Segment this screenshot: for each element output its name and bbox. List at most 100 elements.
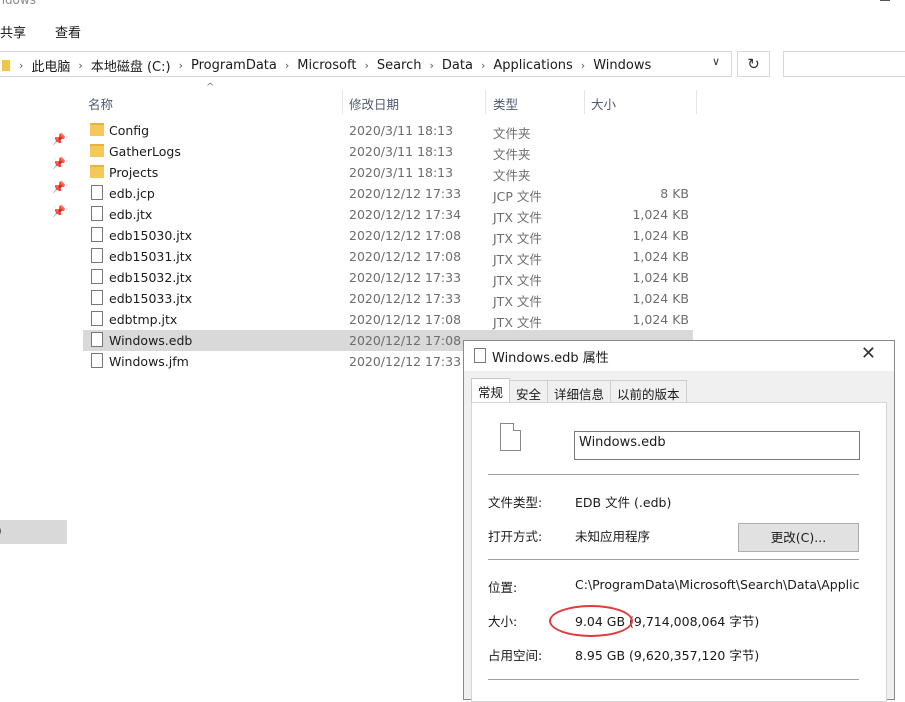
highlight-circle [549,605,633,637]
file-icon [91,332,103,347]
file-type: JTX 文件 [493,294,542,309]
divider [488,679,859,680]
file-type: 文件夹 [493,126,531,141]
file-type: 文件夹 [493,168,531,183]
column-divider[interactable] [485,90,486,114]
file-size: 1,024 KB [632,249,689,264]
refresh-icon[interactable]: ↻ [737,51,770,77]
file-icon [91,248,103,263]
ribbon-tab-share[interactable]: 共享 [0,22,26,41]
ribbon-tab-view[interactable]: 查看 [55,22,81,41]
file-type: 文件夹 [493,147,531,162]
chevron-down-icon[interactable]: ∨ [712,55,720,68]
file-icon [500,423,521,451]
file-date: 2020/3/11 18:13 [349,123,454,138]
file-row[interactable]: GatherLogs 2020/3/11 18:13 文件夹 [83,141,693,162]
file-type: JTX 文件 [493,252,542,267]
file-row[interactable]: Projects 2020/3/11 18:13 文件夹 [83,162,693,183]
file-type: JTX 文件 [493,315,542,330]
column-divider[interactable] [342,90,343,114]
filename-field[interactable]: Windows.edb [574,431,860,460]
crumb-this-pc[interactable]: 此电脑 [24,56,77,75]
file-name: Windows.jfm [109,354,189,369]
file-type: JTX 文件 [493,210,542,225]
dialog-titlebar[interactable]: Windows.edb 属性 ✕ [464,341,894,371]
file-row[interactable]: edbtmp.jtx 2020/12/12 17:08 JTX 文件 1,024 KB [83,309,693,330]
file-name: Windows.edb [109,333,193,348]
file-type-label: 文件类型: [488,495,543,510]
file-type-value: EDB 文件 (.edb) [575,495,672,510]
file-size: 8 KB [660,186,689,201]
tab-details[interactable]: 详细信息 [547,380,612,402]
file-icon [91,185,103,200]
tab-general[interactable]: 常规 [471,378,511,402]
file-name: GatherLogs [109,144,181,159]
file-icon [91,227,103,242]
pin-icon[interactable]: 📌 [52,133,66,146]
column-divider[interactable] [696,90,697,114]
properties-dialog: Windows.edb 属性 ✕ 常规 安全 详细信息 以前的版本 Window… [463,340,895,702]
window-title: indows [0,0,36,7]
location-label: 位置: [488,580,518,595]
column-header-type[interactable]: 类型 [493,94,518,113]
column-header-date[interactable]: 修改日期 [349,94,399,113]
folder-icon [90,165,104,178]
column-divider[interactable] [584,90,585,114]
file-name: edb.jtx [109,207,153,222]
file-type: JTX 文件 [493,231,542,246]
file-name: Projects [109,165,159,180]
file-date: 2020/12/12 17:33 [349,354,462,369]
opens-with-value: 未知应用程序 [575,529,651,544]
file-icon [91,206,103,221]
change-button[interactable]: 更改(C)... [738,523,859,552]
file-date: 2020/12/12 17:08 [349,249,462,264]
pin-icon[interactable]: 📌 [52,181,66,194]
tab-previous-versions[interactable]: 以前的版本 [610,380,687,402]
pin-icon[interactable]: 📌 [52,157,66,170]
close-icon[interactable]: ✕ [861,343,876,364]
file-size: 1,024 KB [632,312,689,327]
crumb-search[interactable]: Search [370,58,429,73]
minimize-icon[interactable] [880,0,890,1]
pin-icon[interactable]: 📌 [52,205,66,218]
file-name: edb.jcp [109,186,155,201]
file-row[interactable]: Config 2020/3/11 18:13 文件夹 [83,120,693,141]
file-date: 2020/12/12 17:08 [349,333,462,348]
file-icon [91,353,103,368]
file-row[interactable]: edb15031.jtx 2020/12/12 17:08 JTX 文件 1,024 … [83,246,693,267]
file-row[interactable]: edb15030.jtx 2020/12/12 17:08 JTX 文件 1,024 … [83,225,693,246]
file-date: 2020/3/11 18:13 [349,144,454,159]
file-size: 1,024 KB [632,207,689,222]
file-row[interactable]: edb.jtx 2020/12/12 17:34 JTX 文件 1,024 KB [83,204,693,225]
file-date: 2020/12/12 17:08 [349,312,462,327]
file-row[interactable]: edb15032.jtx 2020/12/12 17:33 JTX 文件 1,024 … [83,267,693,288]
file-row[interactable]: edb.jcp 2020/12/12 17:33 JCP 文件 8 KB [83,183,693,204]
tab-security[interactable]: 安全 [509,380,549,402]
column-header-name[interactable]: 名称 [88,94,113,113]
file-date: 2020/12/12 17:08 [349,228,462,243]
file-row[interactable]: edb15033.jtx 2020/12/12 17:33 JTX 文件 1,024 … [83,288,693,309]
general-panel: Windows.edb 文件类型: EDB 文件 (.edb) 打开方式: 未知… [471,402,887,702]
column-header-size[interactable]: 大小 [591,94,616,113]
crumb-local-disk[interactable]: 本地磁盘 (C:) [84,56,178,75]
dialog-tabs: 常规 安全 详细信息 以前的版本 [471,378,687,402]
search-input[interactable] [783,51,905,77]
breadcrumb: › 此电脑 › 本地磁盘 (C:) › ProgramData › Micros… [2,56,658,75]
crumb-applications[interactable]: Applications [486,58,579,73]
crumb-microsoft[interactable]: Microsoft [290,58,363,73]
crumb-data[interactable]: Data [435,58,480,73]
crumb-programdata[interactable]: ProgramData [184,58,284,73]
nav-item-selected[interactable]: ) [0,520,67,544]
size-on-disk-label: 占用空间: [488,648,543,663]
folder-icon [90,144,104,157]
file-name: Config [109,123,150,138]
file-icon [91,290,103,305]
file-name: edb15032.jtx [109,270,193,285]
crumb-windows[interactable]: Windows [586,58,658,73]
dialog-title: Windows.edb 属性 [492,351,609,366]
file-date: 2020/12/12 17:33 [349,291,462,306]
divider [488,559,859,560]
file-icon [91,311,103,326]
folder-icon [90,123,104,136]
file-name: edb15033.jtx [109,291,193,306]
